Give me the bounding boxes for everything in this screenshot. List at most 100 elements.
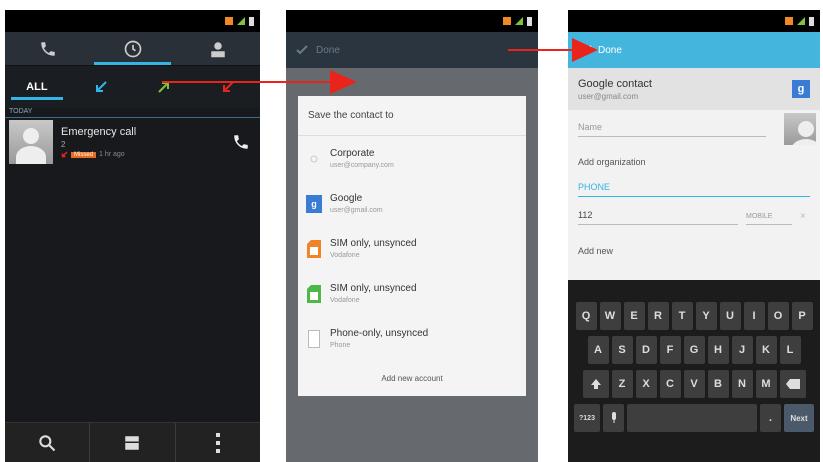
key-e[interactable]: E	[623, 302, 645, 330]
tab-contacts[interactable]	[175, 32, 260, 65]
key-n[interactable]: N	[731, 370, 753, 398]
keyboard-row: ASDFGHJKL	[568, 336, 820, 364]
battery-icon	[527, 16, 532, 26]
key-x[interactable]: X	[635, 370, 657, 398]
phone-storage-icon	[306, 329, 322, 348]
account-title: SIM only, unsynced	[330, 238, 417, 249]
key-f[interactable]: F	[659, 336, 681, 364]
keyboard-row: QWERTYUIOP	[568, 302, 820, 330]
exchange-icon	[306, 150, 322, 168]
key-p[interactable]: P	[791, 302, 813, 330]
phone-type-select[interactable]: MOBILE	[746, 213, 792, 225]
key-u[interactable]: U	[719, 302, 741, 330]
sim-icon	[306, 239, 322, 258]
search-button[interactable]	[5, 423, 91, 462]
account-option-phone[interactable]: Phone-only, unsynced Phone	[298, 316, 526, 361]
account-option-google[interactable]: g Google user@gmail.com	[298, 181, 526, 226]
account-title: Corporate	[330, 148, 375, 159]
key-i[interactable]: I	[743, 302, 765, 330]
phone-icon	[234, 135, 248, 149]
account-subtitle: Phone	[330, 342, 351, 349]
tab-phone[interactable]	[5, 32, 90, 65]
backspace-icon	[785, 379, 800, 389]
signal-icon	[237, 17, 245, 25]
key-l[interactable]: L	[779, 336, 801, 364]
account-option-sim1[interactable]: SIM only, unsynced Vodafone	[298, 226, 526, 271]
period-key[interactable]: .	[760, 404, 781, 432]
backspace-key[interactable]	[779, 370, 806, 398]
dialog-title: Save the contact to	[298, 96, 526, 136]
key-t[interactable]: T	[671, 302, 693, 330]
key-j[interactable]: J	[731, 336, 753, 364]
key-k[interactable]: K	[755, 336, 777, 364]
contact-photo-button[interactable]	[784, 113, 816, 145]
key-y[interactable]: Y	[695, 302, 717, 330]
caller-name: Emergency call	[61, 126, 137, 138]
voice-input-key[interactable]	[603, 404, 624, 432]
account-title: Phone-only, unsynced	[330, 328, 429, 339]
action-bar: Done	[286, 32, 538, 68]
symbols-key[interactable]: ?123	[574, 404, 600, 432]
done-button[interactable]: Done	[316, 45, 340, 56]
key-w[interactable]: W	[599, 302, 621, 330]
remove-field-icon[interactable]: ×	[800, 211, 806, 222]
filter-incoming[interactable]	[69, 66, 133, 108]
account-email: user@gmail.com	[578, 91, 639, 101]
account-title: SIM only, unsynced	[330, 283, 417, 294]
key-s[interactable]: S	[611, 336, 633, 364]
add-organization-link[interactable]: Add organization	[578, 157, 646, 167]
status-bar	[5, 10, 260, 32]
keyboard-row: ?123 . Next	[568, 404, 820, 432]
filter-all[interactable]: ALL	[5, 66, 69, 108]
shift-key[interactable]	[582, 370, 609, 398]
key-v[interactable]: V	[683, 370, 705, 398]
battery-icon	[809, 16, 814, 26]
key-m[interactable]: M	[755, 370, 777, 398]
person-icon	[210, 41, 225, 57]
done-button[interactable]: Done	[598, 45, 622, 56]
clock-icon	[124, 40, 141, 57]
account-option-corporate[interactable]: Corporate user@company.com	[298, 136, 526, 181]
key-r[interactable]: R	[647, 302, 669, 330]
overflow-menu-button[interactable]	[176, 423, 260, 462]
section-header: TODAY	[5, 108, 260, 118]
notification-icon	[785, 17, 793, 25]
next-key[interactable]: Next	[784, 404, 814, 432]
account-subtitle: Vodafone	[330, 297, 360, 304]
shift-icon	[590, 379, 601, 389]
arrow-icon	[508, 38, 598, 62]
account-subtitle: user@company.com	[330, 162, 394, 169]
save-contact-dialog: Save the contact to Corporate user@compa…	[298, 96, 526, 396]
action-bar: Done	[568, 32, 820, 68]
dialpad-button[interactable]	[90, 423, 176, 462]
soft-keyboard: QWERTYUIOP ASDFGHJKL ZXCVBNM ?123 . Next	[568, 280, 820, 462]
add-new-field-link[interactable]: Add new	[578, 246, 613, 256]
key-c[interactable]: C	[659, 370, 681, 398]
arrow-icon	[162, 70, 357, 94]
key-g[interactable]: G	[683, 336, 705, 364]
key-b[interactable]: B	[707, 370, 729, 398]
google-icon: g	[306, 194, 322, 213]
phone-edit-contact: Done Google contact user@gmail.com g Nam…	[568, 10, 820, 462]
missed-call-icon	[61, 151, 68, 158]
key-h[interactable]: H	[707, 336, 729, 364]
key-o[interactable]: O	[767, 302, 789, 330]
call-back-button[interactable]	[226, 133, 256, 151]
search-icon	[39, 434, 56, 451]
phone-number-input[interactable]: 112	[578, 210, 738, 225]
space-key[interactable]	[627, 404, 757, 432]
key-q[interactable]: Q	[575, 302, 597, 330]
signal-icon	[515, 17, 523, 25]
account-title: Google	[330, 193, 363, 204]
account-option-sim2[interactable]: SIM only, unsynced Vodafone	[298, 271, 526, 316]
avatar	[9, 120, 53, 164]
key-z[interactable]: Z	[611, 370, 633, 398]
call-log-row[interactable]: Emergency call 2 Missed 1 hr ago	[5, 118, 260, 166]
add-account-button[interactable]: Add new account	[298, 361, 526, 396]
key-a[interactable]: A	[587, 336, 609, 364]
key-d[interactable]: D	[635, 336, 657, 364]
bottom-action-bar	[5, 422, 260, 462]
account-header: Google contact user@gmail.com g	[568, 68, 820, 110]
tab-recent[interactable]	[90, 32, 175, 65]
name-input[interactable]: Name	[578, 122, 766, 137]
